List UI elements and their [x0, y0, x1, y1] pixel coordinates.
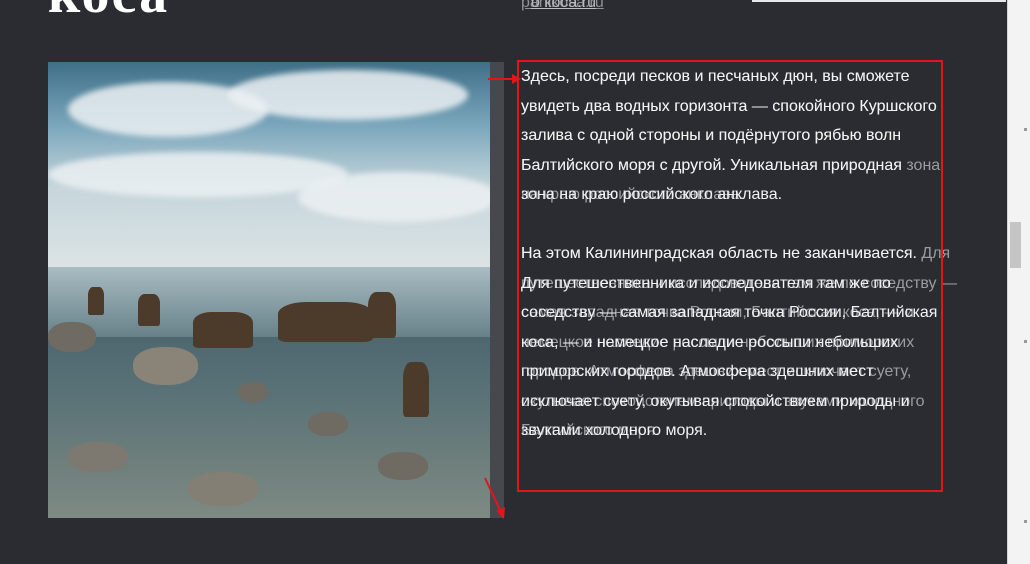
vertical-scrollbar[interactable]	[1007, 0, 1030, 564]
scroll-marker	[1024, 128, 1027, 131]
photo-stump	[403, 362, 429, 417]
photo-rock	[378, 452, 428, 480]
photo-offset-shadow	[490, 62, 504, 518]
scroll-marker	[1024, 340, 1027, 343]
photo-stump	[193, 312, 253, 348]
photo-rock	[188, 472, 258, 506]
photo-stump	[368, 292, 396, 338]
site-link-ghost: о коса.ru	[531, 0, 596, 11]
arrow-down-right-icon	[484, 477, 505, 519]
arrow-right-icon	[488, 74, 521, 84]
photo-sea	[48, 267, 490, 347]
photo-rock	[238, 382, 268, 402]
scrollbar-thumb[interactable]	[1010, 222, 1021, 268]
annotation-box	[517, 60, 943, 492]
photo-cloud	[228, 70, 468, 120]
scroll-marker	[1024, 520, 1027, 523]
photo-stump	[88, 287, 104, 315]
photo-rock	[68, 442, 128, 472]
photo-stump	[138, 294, 160, 326]
photo-stump	[278, 302, 373, 342]
photo-rock	[308, 412, 348, 436]
top-white-box	[752, 0, 1006, 2]
photo-rock	[48, 322, 96, 352]
page-heading: коса	[48, 0, 169, 22]
photo-rock	[133, 347, 198, 385]
landscape-photo	[48, 62, 490, 518]
main-area: коса panikosa.ru о коса.ru Здесь, посред…	[0, 0, 1007, 564]
photo-cloud	[298, 172, 490, 222]
